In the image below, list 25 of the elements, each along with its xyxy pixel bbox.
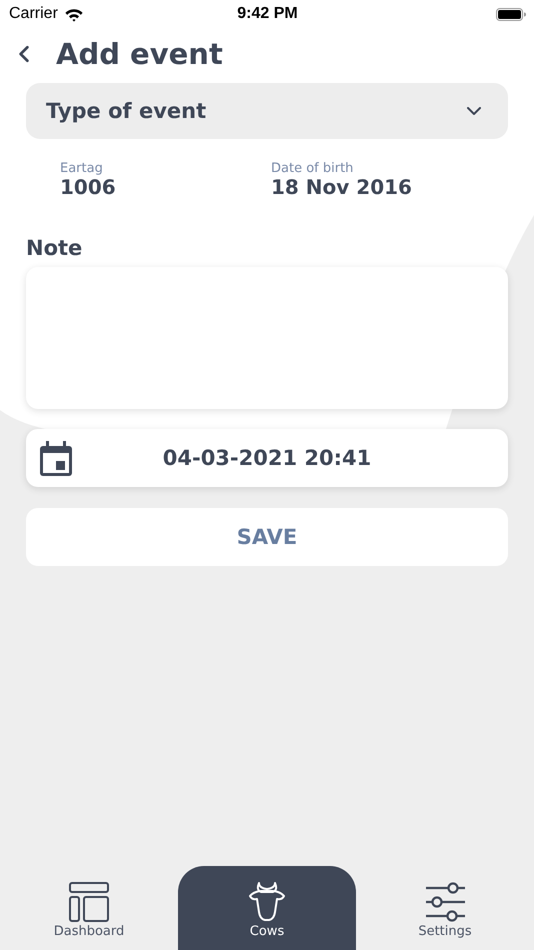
page-title: Add event: [56, 37, 223, 71]
date-field[interactable]: 04-03-2021 20:41: [26, 429, 508, 487]
note-label: Note: [26, 236, 82, 260]
status-time: 9:42 PM: [237, 5, 298, 23]
save-button[interactable]: SAVE: [26, 508, 508, 566]
sliders-icon: [424, 882, 466, 922]
note-field[interactable]: [26, 267, 508, 409]
info-label: Eartag: [60, 161, 104, 176]
event-type-dropdown[interactable]: Type of event: [26, 83, 508, 139]
carrier-label: Carrier: [9, 5, 58, 23]
battery-icon: [496, 8, 526, 20]
info-label: Date of birth: [271, 161, 354, 176]
cow-head-icon: [246, 882, 288, 922]
wifi-icon: [64, 6, 84, 22]
date-value: 04-03-2021 20:41: [162, 446, 372, 470]
chevron-down-icon: [467, 107, 481, 115]
back-chevron-icon: [18, 45, 30, 63]
dashboard-icon: [68, 882, 110, 922]
tab[interactable]: Dashboard: [0, 866, 178, 950]
tab[interactable]: Settings: [356, 866, 534, 950]
dropdown-placeholder: Type of event: [46, 99, 206, 123]
info-value: 18 Nov 2016: [271, 176, 413, 198]
calendar-icon: [40, 440, 72, 476]
info-value: 1006: [60, 176, 117, 198]
tab[interactable]: Cows: [178, 866, 356, 950]
